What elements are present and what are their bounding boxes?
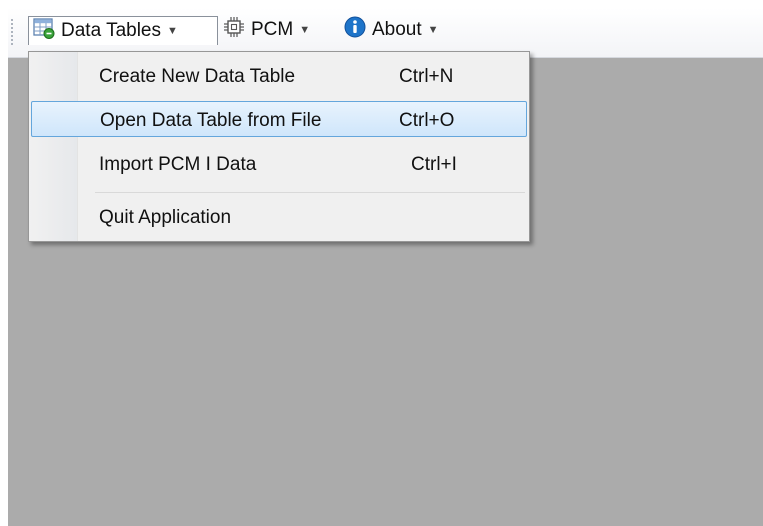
window-left-border bbox=[0, 0, 8, 526]
chevron-down-icon: ▼ bbox=[427, 24, 439, 36]
data-tables-menu-button[interactable]: Data Tables ▼ bbox=[28, 16, 218, 45]
chevron-down-icon: ▼ bbox=[167, 25, 178, 37]
menu-item-shortcut: Ctrl+I bbox=[411, 154, 457, 175]
about-label: About bbox=[372, 19, 422, 40]
info-icon bbox=[344, 16, 366, 44]
menu-item-label: Import PCM I Data bbox=[99, 154, 257, 175]
grid-table-icon bbox=[33, 17, 55, 45]
menu-item-label: Quit Application bbox=[99, 207, 232, 228]
pcm-menu-button[interactable]: PCM ▼ bbox=[223, 16, 310, 44]
menu-item-create-new-data-table[interactable]: Create New Data Table Ctrl+N bbox=[31, 58, 527, 94]
menu-item-label: Open Data Table from File bbox=[100, 110, 322, 131]
menu-item-open-data-table-from-file[interactable]: Open Data Table from File Ctrl+O bbox=[31, 101, 527, 137]
about-menu-button[interactable]: About ▼ bbox=[344, 16, 439, 44]
menu-item-quit-application[interactable]: Quit Application bbox=[31, 199, 527, 235]
menu-separator bbox=[95, 192, 525, 193]
menu-item-import-pcm-i-data[interactable]: Import PCM I Data Ctrl+I bbox=[31, 146, 527, 182]
menu-item-shortcut: Ctrl+N bbox=[399, 66, 454, 87]
chevron-down-icon: ▼ bbox=[299, 24, 311, 36]
menu-item-label: Create New Data Table bbox=[99, 66, 296, 87]
pcm-label: PCM bbox=[251, 19, 294, 40]
chip-icon bbox=[223, 16, 245, 44]
data-tables-dropdown-menu: Create New Data Table Ctrl+N Open Data T… bbox=[28, 51, 530, 242]
data-tables-label: Data Tables bbox=[61, 20, 161, 41]
menu-item-shortcut: Ctrl+O bbox=[399, 110, 455, 131]
toolbar-grip[interactable] bbox=[10, 18, 14, 46]
